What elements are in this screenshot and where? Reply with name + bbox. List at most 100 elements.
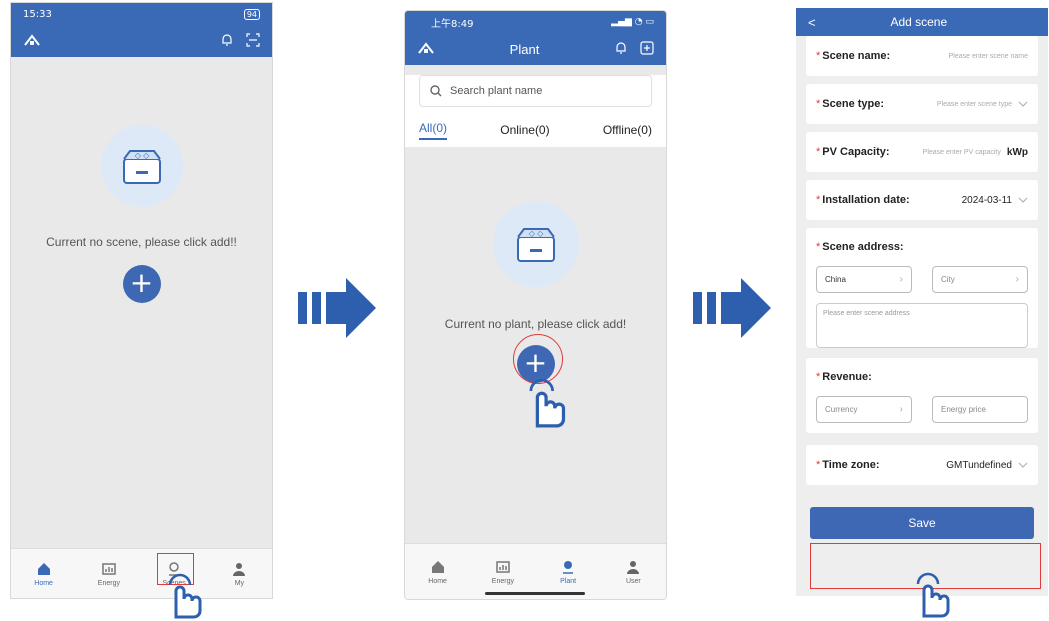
chevron-right-icon: ›: [899, 404, 903, 415]
pv-capacity-card: * PV Capacity: Please enter PV capacity k…: [806, 132, 1038, 172]
nav-plant-label: Plant: [560, 577, 577, 585]
app-header: Plant: [405, 33, 666, 65]
nav-plant[interactable]: Plant: [543, 559, 593, 585]
tab-online[interactable]: Online(0): [500, 123, 549, 137]
required-mark: *: [816, 241, 821, 253]
installation-date-card: * Installation date: 2024-03-11: [806, 180, 1038, 220]
scene-type-card: * Scene type: Please enter scene type: [806, 84, 1038, 124]
required-mark: *: [816, 194, 821, 206]
bottom-nav: Home Energy Plant User: [405, 543, 666, 599]
city-select[interactable]: City ›: [932, 266, 1028, 293]
next-step-arrow-icon: [298, 278, 376, 338]
installation-date-value: 2024-03-11: [961, 194, 1012, 206]
page-title: Add scene: [890, 15, 948, 29]
time-zone-card: * Time zone: GMTundefined: [806, 445, 1038, 485]
tab-offline[interactable]: Offline(0): [603, 123, 652, 137]
status-bar: 上午8:49 ▂▄▆ ◔ ▭: [405, 11, 666, 33]
currency-select[interactable]: Currency ›: [816, 396, 912, 423]
status-bar: 15:33 94: [11, 3, 272, 25]
empty-message: Current no scene, please click add!!: [46, 235, 237, 249]
scene-address-input[interactable]: Please enter scene address: [816, 303, 1028, 348]
app-logo-icon: [23, 33, 41, 50]
plant-tabs: All(0) Online(0) Offline(0): [405, 113, 666, 147]
phone-screen-plant: 上午8:49 ▂▄▆ ◔ ▭ Plant Search plant name A…: [404, 10, 667, 600]
revenue-fields: Currency › Energy price: [816, 396, 1028, 433]
scan-icon[interactable]: [640, 40, 654, 58]
nav-my[interactable]: My: [214, 561, 264, 587]
pointer-hand-icon: [168, 573, 202, 619]
scene-address-label-text: Scene address:: [822, 241, 904, 253]
search-section: Search plant name All(0) Online(0) Offli…: [405, 75, 666, 147]
svg-text:◇ ◇: ◇ ◇: [528, 229, 543, 238]
energy-icon: [102, 562, 116, 575]
nav-energy[interactable]: Energy: [84, 561, 134, 587]
chevron-right-icon: ›: [1015, 274, 1019, 285]
bell-icon[interactable]: [614, 41, 628, 58]
home-icon: [37, 562, 50, 575]
country-value: China: [825, 275, 846, 284]
empty-box-icon: ◇ ◇: [100, 125, 183, 207]
address-selects: China › City ›: [816, 266, 1028, 303]
home-indicator: [485, 592, 585, 595]
required-mark: *: [816, 146, 821, 158]
scene-type-label: * Scene type:: [816, 98, 884, 110]
pointer-hand-icon: [916, 572, 950, 618]
country-select[interactable]: China ›: [816, 266, 912, 293]
nav-user-label: User: [625, 577, 641, 585]
highlight-add-button: [513, 334, 563, 384]
search-input[interactable]: Search plant name: [419, 75, 652, 107]
city-placeholder: City: [941, 275, 955, 284]
tutorial-canvas: 15:33 94 ◇ ◇ Current no scene, please cl…: [0, 0, 1049, 621]
installation-date-label-text: Installation date:: [822, 194, 910, 206]
chevron-down-icon: [1018, 101, 1028, 107]
energy-price-input[interactable]: Energy price: [932, 396, 1028, 423]
nav-energy-label: Energy: [491, 577, 514, 585]
location-pin-icon: [563, 560, 574, 574]
required-mark: *: [816, 98, 821, 110]
time-zone-label: * Time zone:: [816, 459, 880, 471]
revenue-label-text: Revenue:: [822, 371, 872, 383]
status-icons: ▂▄▆ ◔ ▭: [611, 17, 654, 27]
nav-home-label: Home: [34, 579, 53, 587]
scene-name-label: * Scene name:: [816, 50, 890, 62]
nav-energy[interactable]: Energy: [478, 559, 528, 585]
required-mark: *: [816, 371, 821, 383]
empty-state: ◇ ◇ Current no scene, please click add!!…: [11, 125, 272, 303]
bell-icon[interactable]: [220, 33, 234, 50]
scene-address-label: * Scene address:: [816, 241, 904, 253]
pv-capacity-label: * PV Capacity:: [816, 146, 890, 158]
scan-icon[interactable]: [246, 32, 260, 50]
time-zone-select[interactable]: GMTundefined: [946, 460, 1028, 471]
user-icon: [627, 560, 640, 574]
pv-capacity-input[interactable]: Please enter PV capacity: [923, 149, 1001, 156]
scene-type-select[interactable]: Please enter scene type: [937, 101, 1028, 108]
status-time: 15:33: [23, 8, 52, 20]
svg-text:◇ ◇: ◇ ◇: [134, 151, 149, 160]
revenue-label: * Revenue:: [816, 371, 872, 383]
app-header: < Add scene: [796, 8, 1048, 36]
scene-type-placeholder: Please enter scene type: [936, 100, 1012, 108]
add-scene-button[interactable]: +: [122, 265, 161, 303]
next-step-arrow-icon: [693, 278, 771, 338]
nav-my-label: My: [234, 579, 245, 587]
scene-name-input[interactable]: Please enter scene name: [949, 53, 1028, 60]
pointer-hand-icon: [529, 378, 566, 428]
nav-user[interactable]: User: [608, 559, 658, 585]
back-button[interactable]: <: [808, 15, 816, 30]
energy-price-placeholder: Energy price: [941, 405, 986, 414]
pv-unit: kWp: [1006, 146, 1028, 158]
time-zone-label-text: Time zone:: [822, 459, 880, 471]
empty-box-icon: ◇ ◇: [492, 201, 579, 287]
installation-date-picker[interactable]: 2024-03-11: [962, 195, 1028, 206]
chevron-right-icon: ›: [899, 274, 903, 285]
save-section: Save: [796, 493, 1048, 539]
chevron-down-icon: [1018, 462, 1028, 468]
nav-home[interactable]: Home: [413, 559, 463, 585]
installation-date-label: * Installation date:: [816, 194, 910, 206]
scene-address-card: * Scene address: China › City › Please en…: [806, 228, 1038, 348]
nav-home[interactable]: Home: [19, 561, 69, 587]
tab-all[interactable]: All(0): [419, 121, 448, 140]
save-button[interactable]: Save: [810, 507, 1034, 539]
pv-capacity-label-text: PV Capacity:: [822, 146, 890, 158]
currency-placeholder: Currency: [825, 405, 858, 414]
